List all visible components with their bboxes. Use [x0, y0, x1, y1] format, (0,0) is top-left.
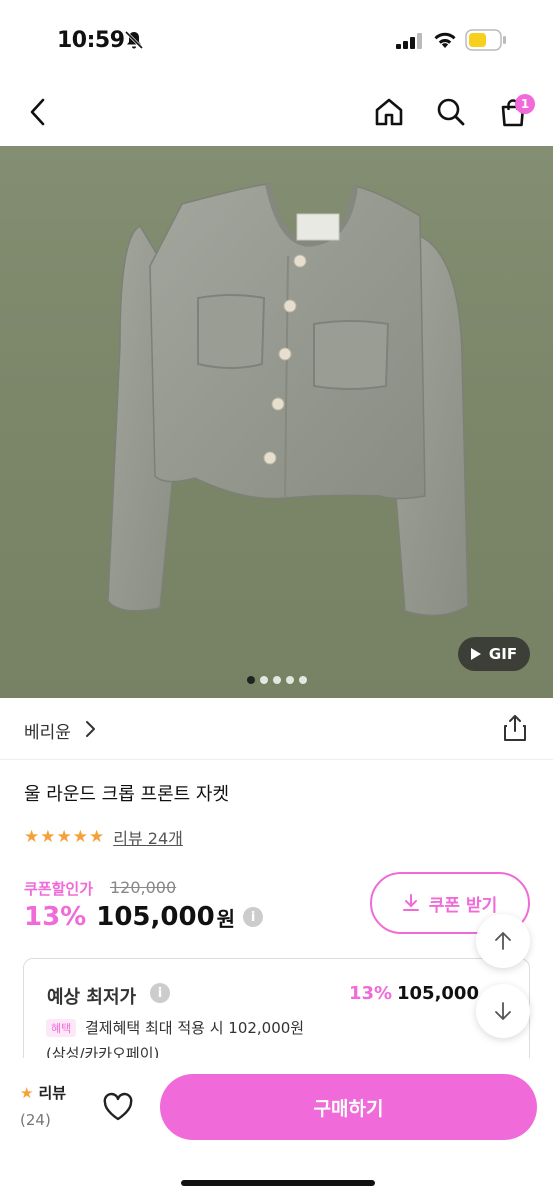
estimated-discount: 13%: [349, 983, 393, 1004]
product-image-carousel[interactable]: GIF: [0, 146, 553, 698]
star-icon: ★: [89, 827, 105, 847]
carousel-dot[interactable]: [272, 676, 281, 684]
arrow-up-icon: [495, 932, 511, 950]
benefit-tag: 혜택: [46, 1019, 77, 1037]
battery-icon: [465, 29, 506, 51]
chevron-right-icon: [86, 721, 95, 737]
bottom-purchase-bar: ★ 리뷰 (24) 구매하기: [0, 1058, 553, 1200]
home-icon: [375, 98, 403, 126]
brand-link[interactable]: 베리윤: [24, 718, 71, 743]
buy-button[interactable]: 구매하기: [160, 1074, 537, 1140]
review-label: 리뷰: [38, 1084, 67, 1102]
estimated-price-title: 예상 최저가: [47, 987, 137, 1008]
coupon-price-label: 쿠폰할인가: [24, 880, 94, 898]
status-time: 10:59: [57, 28, 125, 53]
review-summary[interactable]: ★ 리뷰 (24): [20, 1082, 66, 1130]
chevron-left-icon: [30, 98, 45, 126]
review-count: (24): [20, 1111, 51, 1129]
carousel-dot[interactable]: [298, 676, 307, 684]
gif-badge[interactable]: GIF: [458, 637, 530, 671]
review-link[interactable]: 리뷰 24개: [113, 825, 183, 849]
share-icon[interactable]: [502, 714, 528, 742]
search-button[interactable]: [433, 94, 469, 130]
info-icon[interactable]: i: [150, 983, 170, 1003]
star-icon: ★: [72, 827, 88, 847]
download-icon: [402, 894, 419, 911]
home-button[interactable]: [371, 94, 407, 130]
home-indicator: [181, 1180, 375, 1186]
back-button[interactable]: [20, 94, 56, 130]
brand-row: 베리윤: [0, 698, 553, 760]
scroll-down-button[interactable]: [476, 984, 530, 1038]
heart-icon[interactable]: [102, 1092, 134, 1122]
nav-bar: [0, 80, 553, 146]
product-title: 울 라운드 크롭 프론트 자켓: [24, 784, 230, 805]
status-bar: 10:59: [0, 0, 553, 80]
carousel-dot[interactable]: [259, 676, 268, 684]
info-icon[interactable]: i: [243, 907, 264, 927]
cart-count-badge: 1: [515, 94, 535, 114]
review-label-row: ★ 리뷰: [20, 1082, 66, 1103]
currency-label: 원: [216, 906, 236, 931]
original-price: 120,000: [110, 878, 177, 897]
star-icon: ★: [40, 827, 56, 847]
carousel-dot[interactable]: [246, 676, 255, 684]
product-image: [107, 183, 469, 617]
carousel-dot[interactable]: [285, 676, 294, 684]
benefit-text: 결제혜택 최대 적용 시 102,000원: [85, 1019, 305, 1037]
discount-rate: 13%: [24, 902, 87, 932]
signal-icon: [396, 33, 422, 49]
scroll-up-button[interactable]: [476, 914, 530, 968]
star-icon: ★: [20, 1083, 34, 1102]
estimated-price: 105,000: [397, 983, 479, 1004]
rating-row: ★ ★ ★ ★ ★ 리뷰 24개: [24, 826, 183, 848]
star-icon: ★: [24, 827, 40, 847]
carousel-dots: [0, 676, 553, 684]
arrow-down-icon: [495, 1002, 511, 1020]
coupon-button-label: 쿠폰 받기: [428, 895, 498, 916]
sale-price: 105,000: [96, 902, 215, 932]
price-row: 13% 105,000 원 i: [24, 900, 264, 934]
bell-muted-icon: [124, 30, 144, 50]
search-icon: [437, 98, 465, 126]
wifi-icon: [434, 32, 456, 48]
star-icon: ★: [56, 827, 72, 847]
play-icon: [470, 648, 481, 660]
gif-label: GIF: [488, 645, 518, 663]
